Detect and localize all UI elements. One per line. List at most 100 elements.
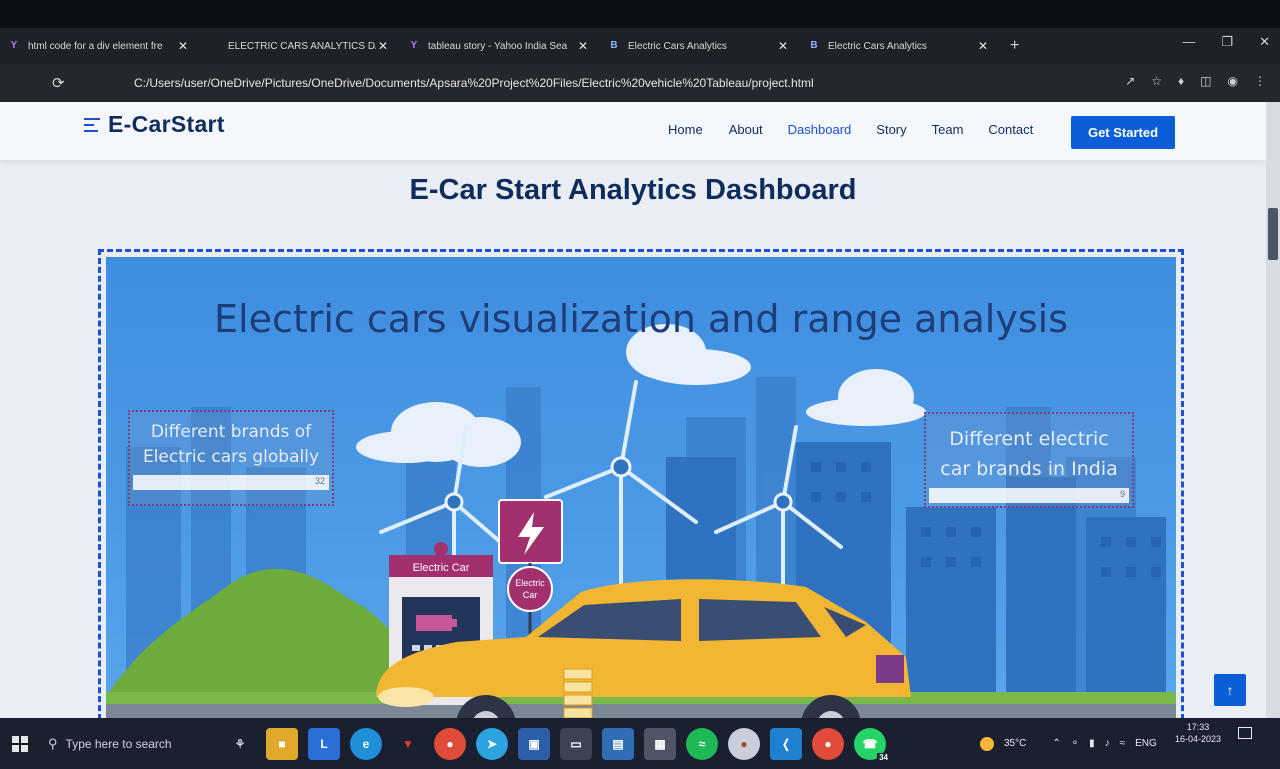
tab-title: ELECTRIC CARS ANALYTICS DA — [228, 40, 376, 52]
weather-sun-icon[interactable] — [980, 736, 994, 751]
station-sign-text: Electric Car — [413, 562, 470, 574]
chrome-profile-icon[interactable]: ● — [728, 728, 760, 760]
clock-time: 17:33 — [1186, 722, 1210, 732]
temperature[interactable]: 35°C — [1004, 738, 1026, 749]
tableau-embed[interactable]: Electric Car Electric Car Electric cars … — [98, 249, 1184, 718]
close-tab-icon[interactable]: ✕ — [776, 39, 790, 53]
minimize-icon[interactable]: — — [1182, 34, 1195, 50]
browser-tab-active[interactable]: B Electric Cars Analytics ✕ — [800, 31, 1000, 61]
share-icon[interactable]: ↗ — [1125, 74, 1135, 88]
tableau-story: Electric Car Electric Car Electric cars … — [106, 257, 1176, 718]
profile-avatar-icon[interactable]: ◉ — [1228, 74, 1238, 88]
nav-team[interactable]: Team — [932, 122, 964, 137]
search-icon: ⚲ — [48, 735, 58, 751]
kpi-value-bar: 9 — [929, 488, 1129, 503]
windows-taskbar: ⚲ Type here to search ⚘ ■ L e ▼ ● ➤ ▣ ▭ … — [0, 718, 1280, 769]
vscode-icon[interactable]: ❬ — [770, 728, 802, 760]
extensions-icon[interactable]: ♦ — [1178, 74, 1184, 88]
battery-icon — [416, 615, 452, 631]
page-favicon-icon — [208, 40, 220, 52]
notifications-icon[interactable] — [1238, 727, 1252, 739]
taskbar-search[interactable]: ⚲ Type here to search — [48, 729, 228, 759]
browser-tab[interactable]: Y tableau story - Yahoo India Sea ✕ — [400, 31, 600, 61]
file-explorer-icon[interactable]: ■ — [266, 728, 298, 760]
yahoo-favicon-icon: Y — [410, 40, 418, 51]
bootstrap-favicon-icon: B — [610, 40, 618, 51]
tab-title: Electric Cars Analytics — [828, 40, 927, 52]
kpi-label-line2: car brands in India — [940, 458, 1118, 480]
battery-tip-icon — [452, 619, 457, 627]
road — [106, 704, 1176, 718]
kpi-label-line2: Electric cars globally — [142, 447, 320, 467]
spotify-icon[interactable]: ≈ — [686, 728, 718, 760]
scrollbar-thumb[interactable] — [1268, 208, 1278, 260]
nav-about[interactable]: About — [729, 122, 763, 137]
close-tab-icon[interactable]: ✕ — [176, 39, 190, 53]
web-page: E-CarStart Home About Dashboard Story Te… — [0, 102, 1266, 718]
story-title: Electric cars visualization and range an… — [214, 297, 1068, 341]
get-started-button[interactable]: Get Started — [1071, 116, 1175, 149]
new-tab-button[interactable]: + — [1010, 37, 1019, 55]
nav-contact[interactable]: Contact — [988, 122, 1033, 137]
round-sign — [507, 566, 553, 612]
kpi-india-brands[interactable]: Different electric car brands in India 9 — [924, 412, 1134, 508]
yahoo-favicon-icon: Y — [10, 40, 18, 51]
calculator-icon[interactable]: ▩ — [644, 728, 676, 760]
bookmark-star-icon[interactable]: ☆ — [1151, 74, 1162, 88]
browser-tab[interactable]: B Electric Cars Analytics ✕ — [600, 31, 800, 61]
taskbar-clock[interactable]: 17:33 16-04-2023 — [1174, 721, 1222, 745]
remote-app-icon[interactable]: ▤ — [602, 728, 634, 760]
network-icon[interactable]: ⚬ — [1071, 738, 1079, 749]
close-window-icon[interactable]: ✕ — [1259, 34, 1270, 50]
station-plug-icon — [434, 542, 448, 556]
back-to-top-button[interactable]: ↑ — [1214, 674, 1246, 706]
nav-dashboard[interactable]: Dashboard — [788, 122, 852, 137]
language-indicator[interactable]: ENG — [1135, 738, 1157, 749]
browser-tab[interactable]: ELECTRIC CARS ANALYTICS DA ✕ — [200, 31, 400, 61]
nav-story[interactable]: Story — [876, 122, 906, 137]
chrome-icon[interactable]: ● — [434, 728, 466, 760]
logo-lines-icon — [84, 117, 100, 132]
battery-tray-icon[interactable]: ▮ — [1089, 738, 1095, 749]
wifi-icon[interactable]: ≈ — [1120, 738, 1126, 749]
site-header: E-CarStart Home About Dashboard Story Te… — [0, 102, 1266, 160]
volume-icon[interactable]: ♪ — [1105, 738, 1110, 749]
maximize-icon[interactable]: ❐ — [1221, 34, 1233, 50]
chrome-icon-2[interactable]: ● — [812, 728, 844, 760]
kpi-value: 9 — [1119, 489, 1125, 499]
page-scrollbar[interactable] — [1266, 102, 1280, 718]
clock-date: 16-04-2023 — [1174, 734, 1222, 744]
windows-start-icon[interactable] — [12, 735, 28, 752]
mcafee-icon[interactable]: ▼ — [392, 728, 424, 760]
toolbar-icons: ↗ ☆ ♦ ◫ ◉ ⋮ — [1125, 74, 1266, 88]
app-l-icon[interactable]: L — [308, 728, 340, 760]
search-placeholder: Type here to search — [65, 736, 172, 751]
system-tray: 35°C ⌃ ⚬ ▮ ♪ ≈ ENG — [980, 718, 1157, 769]
page-title: E-Car Start Analytics Dashboard — [409, 174, 857, 206]
telegram-icon[interactable]: ➤ — [476, 728, 508, 760]
sidebar-icon[interactable]: ◫ — [1200, 74, 1211, 88]
pinned-apps: ⚘ ■ L e ▼ ● ➤ ▣ ▭ ▤ ▩ ≈ ● ❬ ● ☎ 34 — [224, 728, 890, 762]
kpi-global-brands[interactable]: Different brands of Electric cars global… — [128, 410, 334, 506]
reload-icon[interactable]: ⟳ — [52, 74, 72, 92]
round-sign-text-line2: Car — [523, 590, 538, 600]
close-tab-icon[interactable]: ✕ — [576, 39, 590, 53]
site-logo[interactable]: E-CarStart — [84, 111, 225, 138]
nav-home[interactable]: Home — [668, 122, 703, 137]
close-tab-icon[interactable]: ✕ — [976, 39, 990, 53]
widgets-icon[interactable]: ⚘ — [224, 728, 256, 760]
edge-browser-icon[interactable]: e — [350, 728, 382, 760]
whatsapp-icon[interactable]: ☎ 34 — [854, 728, 890, 762]
browser-tab[interactable]: Y html code for a div element fre ✕ — [0, 31, 200, 61]
chevron-up-icon[interactable]: ⌃ — [1052, 738, 1060, 749]
url-field[interactable]: C:/Users/user/OneDrive/Pictures/OneDrive… — [134, 76, 814, 90]
menu-kebab-icon[interactable]: ⋮ — [1254, 74, 1266, 88]
close-tab-icon[interactable]: ✕ — [376, 39, 390, 53]
address-bar: ⟳ C:/Users/user/OneDrive/Pictures/OneDri… — [0, 64, 1280, 102]
kpi-value: 32 — [314, 476, 325, 486]
logo-text: E-CarStart — [108, 111, 225, 137]
car-tail-light — [876, 655, 904, 683]
map-app-icon[interactable]: ▣ — [518, 728, 550, 760]
window-app-icon[interactable]: ▭ — [560, 728, 592, 760]
kpi-label-line1: Different electric — [949, 428, 1109, 450]
